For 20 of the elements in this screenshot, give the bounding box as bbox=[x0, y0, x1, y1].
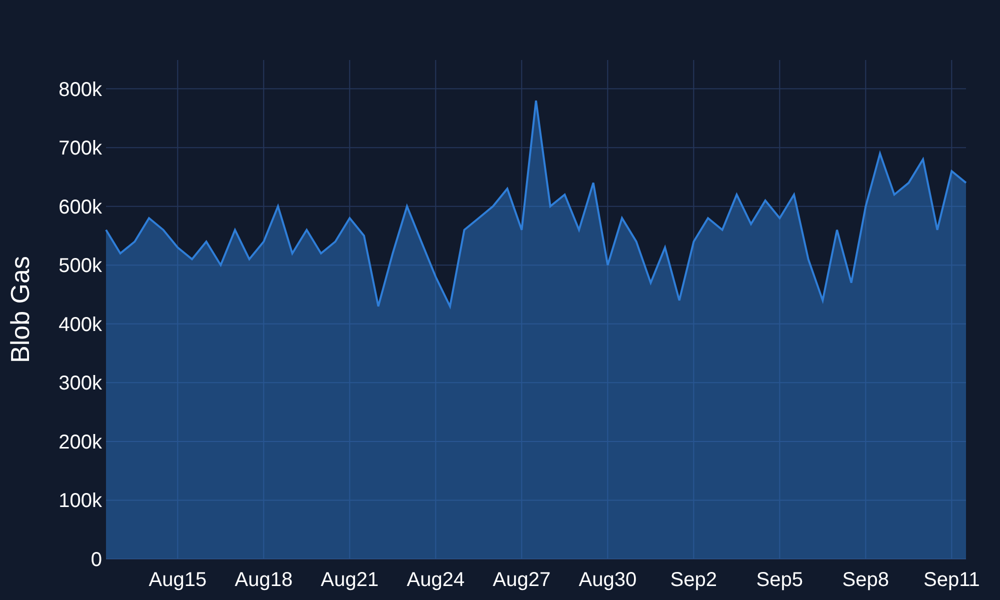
axis-tick-label: Aug18 bbox=[234, 569, 293, 591]
axis-tick-label: Sep2 bbox=[670, 569, 718, 591]
axis-tick-label: 500k bbox=[58, 255, 102, 278]
axis-tick-label: Aug30 bbox=[578, 569, 637, 591]
axis-tick-label: 200k bbox=[58, 431, 102, 454]
axis-tick-label: Sep5 bbox=[756, 569, 804, 591]
axis-tick-label: Sep11 bbox=[923, 569, 980, 591]
axis-tick-label: 400k bbox=[58, 314, 102, 336]
axis-tick-label: 300k bbox=[58, 372, 102, 395]
axis-tick-label: Aug27 bbox=[492, 569, 551, 591]
axis-tick-label: Aug15 bbox=[148, 569, 207, 591]
axis-tick-label: 100k bbox=[58, 490, 102, 512]
axis-tick-label: 600k bbox=[58, 196, 102, 218]
axis-tick-label: Aug21 bbox=[320, 569, 379, 591]
axis-title: Blob Gas bbox=[5, 256, 35, 363]
axis-tick-label: 800k bbox=[58, 78, 102, 101]
axis-tick-label: 0 bbox=[90, 549, 102, 571]
axis-tick-label: 700k bbox=[58, 138, 102, 160]
axis-tick-label: Aug24 bbox=[406, 569, 465, 591]
axis-tick-label: Sep8 bbox=[842, 569, 890, 591]
